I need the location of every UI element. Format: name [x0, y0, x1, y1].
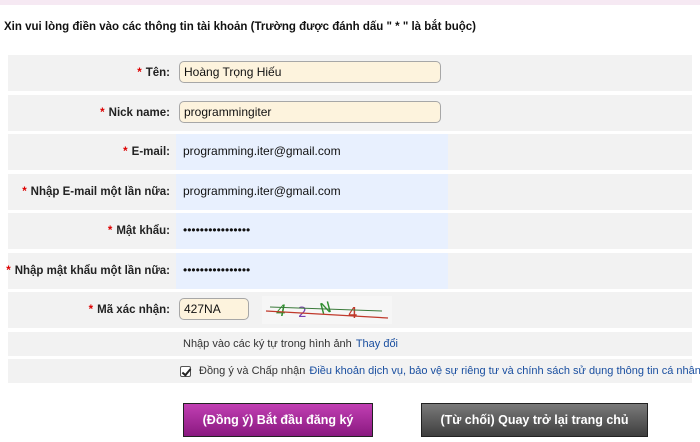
field-cell-password-confirm: [176, 252, 448, 289]
field-cell-password: [176, 213, 448, 249]
field-cell-captcha-hint: Nhập vào các ký tự trong hình ảnh Thay đ…: [176, 332, 692, 356]
captcha-glyph: 4: [348, 304, 358, 322]
label-nickname: * Nick name:: [8, 95, 170, 131]
agreement-text: Đồng ý và Chấp nhận: [199, 365, 306, 377]
submit-register-button[interactable]: (Đồng ý) Bắt đầu đăng ký: [183, 403, 373, 437]
required-mark: *: [88, 304, 94, 316]
back-home-button[interactable]: (Từ chối) Quay trở lại trang chủ: [421, 403, 648, 437]
row-captcha-hint: Nhập vào các ký tự trong hình ảnh Thay đ…: [8, 331, 692, 356]
label-email: * E-mail:: [8, 134, 170, 170]
label-nickname-text: Nick name:: [108, 106, 170, 119]
captcha-input[interactable]: [179, 298, 249, 320]
field-cell-agreement: Đồng ý và Chấp nhận Điều khoản dịch vụ, …: [176, 359, 700, 383]
label-password-confirm: * Nhập mật khẩu một lần nữa:: [6, 253, 170, 289]
required-mark: *: [107, 225, 113, 237]
captcha-glyph: 4: [276, 301, 286, 320]
email-input[interactable]: [179, 140, 441, 162]
required-mark: *: [6, 264, 11, 277]
row-agreement: Đồng ý và Chấp nhận Điều khoản dịch vụ, …: [8, 359, 700, 383]
password-confirm-input[interactable]: [179, 258, 441, 281]
password-input[interactable]: [179, 219, 441, 241]
terms-link[interactable]: Điều khoản dịch vụ, bảo vệ sự riêng tư v…: [309, 365, 700, 377]
label-email-confirm-text: Nhập E-mail một lần nữa:: [30, 185, 170, 198]
registration-form: * Tên: * Nick name: * E-mail: * Nhập E-m…: [6, 55, 700, 387]
row-email: * E-mail:: [8, 134, 692, 170]
captcha-hint-text: Nhập vào các ký tự trong hình ảnh: [183, 337, 352, 350]
row-nickname: * Nick name:: [8, 94, 692, 131]
label-email-text: E-mail:: [131, 146, 170, 158]
field-cell-nickname: [176, 95, 692, 131]
agreement: Đồng ý và Chấp nhận Điều khoản dịch vụ, …: [180, 359, 700, 383]
email-confirm-input[interactable]: [179, 179, 441, 202]
field-cell-email: [176, 134, 448, 170]
captcha-hint: Nhập vào các ký tự trong hình ảnh Thay đ…: [183, 332, 398, 356]
label-captcha: * Mã xác nhận:: [8, 292, 170, 328]
row-password-confirm: * Nhập mật khẩu một lần nữa:: [6, 252, 692, 289]
label-password: * Mật khẩu:: [8, 213, 170, 249]
captcha-image: 4 2 N 4: [262, 296, 392, 324]
row-email-confirm: * Nhập E-mail một lần nữa:: [8, 173, 692, 210]
change-captcha-link[interactable]: Thay đổi: [356, 338, 398, 350]
label-email-confirm: * Nhập E-mail một lần nữa:: [8, 174, 170, 210]
label-password-confirm-text: Nhập mật khẩu một lần nữa:: [14, 264, 170, 277]
top-bar: [0, 0, 700, 5]
required-mark: *: [137, 67, 142, 79]
form-intro-text: Xin vui lòng điền vào các thông tin tài …: [4, 21, 476, 33]
label-name: * Tên:: [8, 55, 170, 91]
name-input[interactable]: [179, 61, 441, 83]
label-captcha-text: Mã xác nhận:: [97, 304, 170, 316]
field-cell-email-confirm: [176, 173, 448, 210]
label-name-text: Tên:: [145, 67, 170, 79]
nickname-input[interactable]: [179, 100, 441, 123]
label-password-text: Mật khẩu:: [116, 225, 170, 237]
field-cell-captcha: 4 2 N 4: [176, 292, 692, 328]
row-captcha: * Mã xác nhận: 4 2 N 4: [8, 292, 692, 328]
field-cell-name: [176, 55, 692, 91]
required-mark: *: [22, 185, 27, 198]
agree-checkbox[interactable]: [180, 365, 191, 377]
row-password: * Mật khẩu:: [8, 213, 692, 249]
row-name: * Tên:: [8, 55, 692, 91]
required-mark: *: [100, 106, 105, 119]
required-mark: *: [123, 146, 128, 158]
